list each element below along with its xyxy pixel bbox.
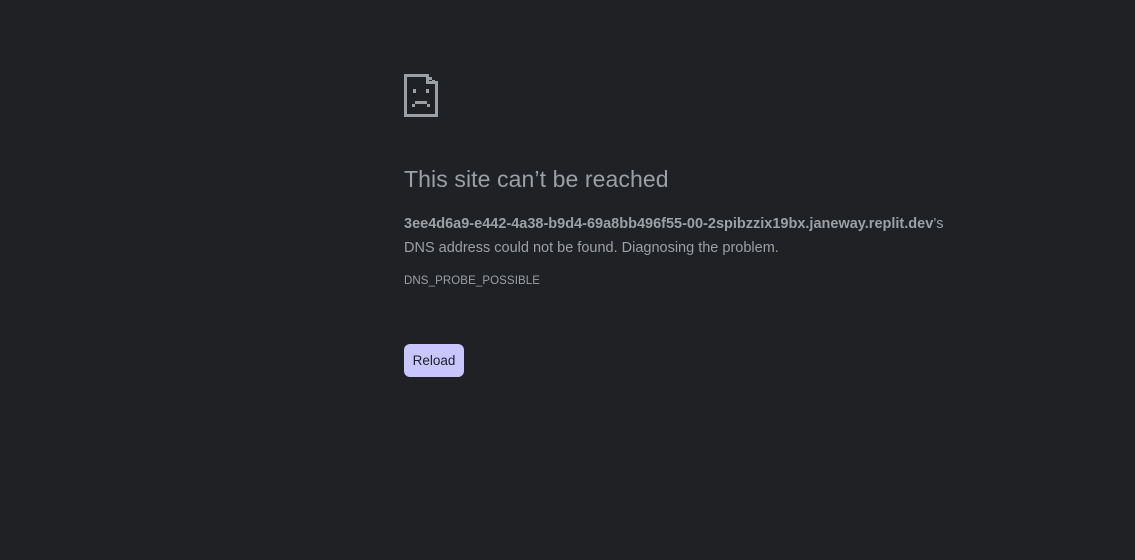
error-host-suffix: ’s xyxy=(933,216,944,232)
error-code: DNS_PROBE_POSSIBLE xyxy=(404,275,541,287)
reload-button[interactable]: Reload xyxy=(404,344,464,377)
error-title: This site can’t be reached xyxy=(404,166,669,192)
error-host: 3ee4d6a9-e442-4a38-b9d4-69a8bb496f55-00-… xyxy=(404,216,934,232)
error-message: DNS address could not be found. Diagnosi… xyxy=(404,240,779,256)
sad-page-icon xyxy=(404,74,438,117)
error-container: This site can’t be reached 3ee4d6a9-e442… xyxy=(404,74,1104,377)
error-summary: 3ee4d6a9-e442-4a38-b9d4-69a8bb496f55-00-… xyxy=(404,212,1104,260)
